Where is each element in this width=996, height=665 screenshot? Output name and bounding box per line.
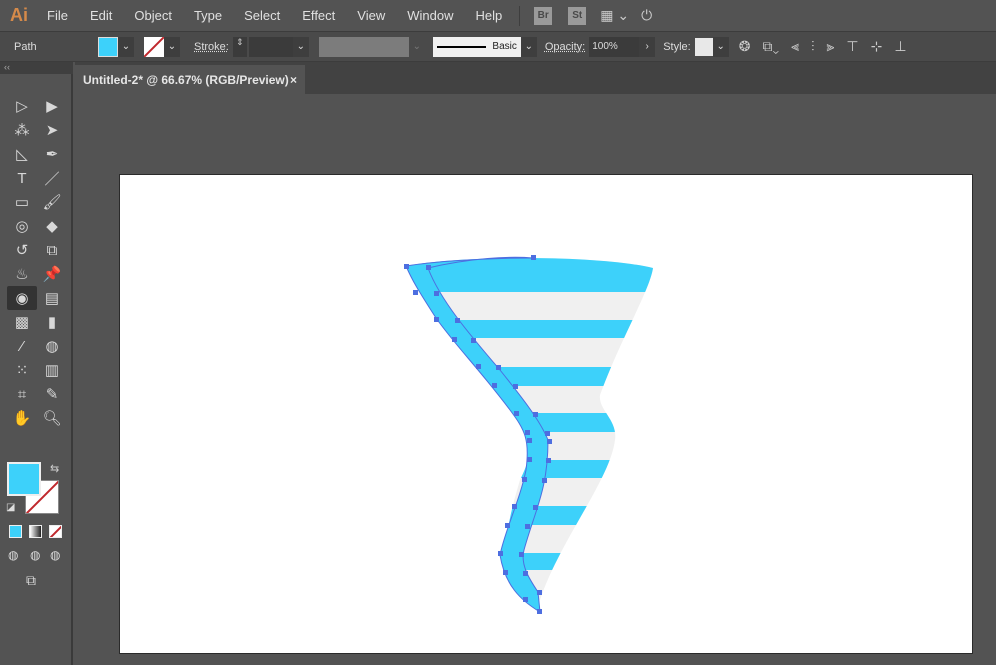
stripe-blue (406, 553, 653, 570)
fill-color-box[interactable] (7, 462, 41, 496)
tornado-artwork[interactable] (0, 0, 996, 665)
stripe-blue (406, 320, 653, 338)
stripe-blue (406, 367, 653, 386)
